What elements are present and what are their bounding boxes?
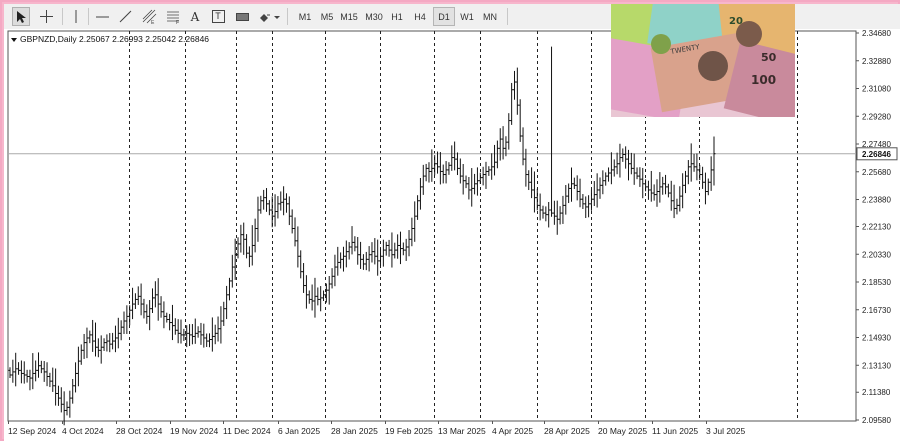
date-axis-label: 11 Jun 2025 [652, 426, 698, 436]
equidistant-channel-icon[interactable]: E [138, 7, 160, 26]
date-axis-label: 6 Jan 2025 [278, 426, 320, 436]
timeframe-m15-button[interactable]: M15 [338, 7, 360, 26]
date-axis-label: 4 Apr 2025 [492, 426, 533, 436]
text-tool-icon[interactable]: A [186, 7, 204, 26]
timeframe-w1-button[interactable]: W1 [456, 7, 478, 26]
svg-text:E: E [151, 20, 155, 24]
svg-text:100: 100 [751, 73, 776, 87]
toolbar-separator [287, 8, 288, 25]
svg-text:50: 50 [761, 51, 777, 64]
date-axis-label: 19 Nov 2024 [170, 426, 218, 436]
timeframe-mn-button[interactable]: MN [479, 7, 501, 26]
trendline-icon[interactable] [115, 7, 135, 26]
fibonacci-retracement-icon[interactable]: F [162, 7, 184, 26]
date-axis-label: 3 Jul 2025 [706, 426, 745, 436]
rectangle-icon[interactable] [232, 7, 252, 26]
date-axis-label: 4 Oct 2024 [62, 426, 104, 436]
crosshair-icon[interactable] [36, 7, 56, 26]
timeframe-h1-button[interactable]: H1 [386, 7, 408, 26]
price-axis-label: 2.23880 [862, 196, 891, 205]
cursor-arrow-icon[interactable] [12, 7, 30, 26]
price-axis-label: 2.14930 [862, 334, 891, 343]
date-axis-label: 28 Jan 2025 [331, 426, 378, 436]
price-axis-label: 2.29280 [862, 112, 891, 121]
timeframe-m30-button[interactable]: M30 [363, 7, 385, 26]
price-axis-label: 2.22130 [862, 223, 891, 232]
price-axis-label: 2.18530 [862, 278, 891, 287]
horizontal-line-icon[interactable] [92, 7, 112, 26]
timeframe-h4-button[interactable]: H4 [409, 7, 431, 26]
price-axis-label: 2.32880 [862, 57, 891, 66]
price-axis-label: 2.25680 [862, 168, 891, 177]
text-label-glyph: T [211, 10, 225, 23]
date-axis-label: 13 Mar 2025 [438, 426, 486, 436]
date-axis-label: 20 May 2025 [598, 426, 647, 436]
currency-notes-photo: 50 100 20 TWENTY [611, 4, 795, 117]
price-axis-label: 2.34680 [862, 29, 891, 38]
price-axis-label: 2.13130 [862, 361, 891, 370]
text-label-icon[interactable]: T [209, 7, 227, 26]
date-axis-label: 28 Oct 2024 [116, 426, 163, 436]
terminal-window: E F A T M1 M5 M15 M30 H1 H4 D1 W1 MN 12 Sep 2024… [0, 0, 900, 441]
price-axis-label: 2.11380 [862, 388, 891, 397]
price-axis-label: 2.09580 [862, 416, 891, 425]
toolbar-separator [62, 8, 63, 25]
svg-text:20: 20 [729, 16, 743, 27]
chart-symbol-header: GBPNZD,Daily 2.25067 2.26993 2.25042 2.2… [20, 34, 209, 44]
price-axis-label: 2.20330 [862, 250, 891, 259]
shapes-dropdown-icon[interactable] [256, 7, 282, 26]
price-axis-label: 2.16730 [862, 306, 891, 315]
current-price-label: 2.26846 [862, 150, 891, 159]
timeframe-m5-button[interactable]: M5 [316, 7, 338, 26]
toolbar-separator [88, 8, 89, 25]
price-axis-label: 2.31080 [862, 85, 891, 94]
date-axis-label: 11 Dec 2024 [223, 426, 271, 436]
svg-text:F: F [176, 20, 179, 24]
date-axis-label: 19 Feb 2025 [385, 426, 433, 436]
date-axis-label: 28 Apr 2025 [544, 426, 590, 436]
timeframe-m1-button[interactable]: M1 [294, 7, 316, 26]
toolbar-separator [507, 8, 508, 25]
date-axis-label: 12 Sep 2024 [8, 426, 56, 436]
timeframe-d1-button[interactable]: D1 [433, 7, 455, 26]
vertical-line-icon[interactable] [68, 7, 84, 26]
